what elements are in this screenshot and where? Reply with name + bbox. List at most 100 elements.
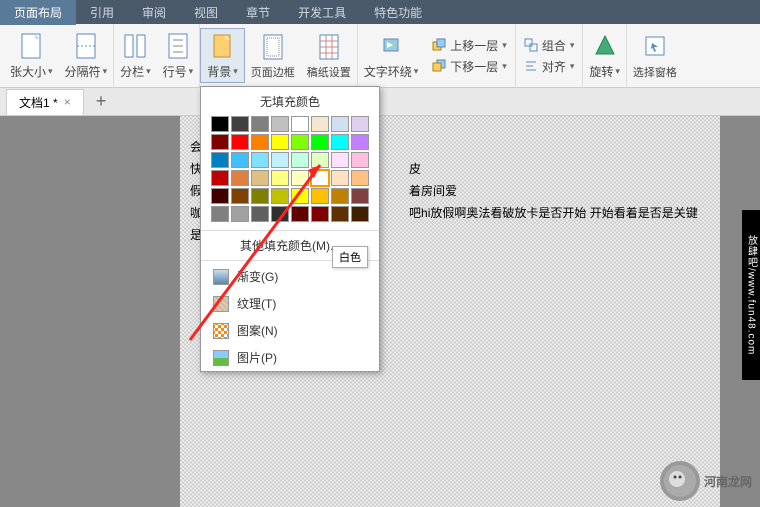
paper-setting-icon [315, 32, 343, 62]
columns-icon [121, 31, 149, 61]
color-swatch[interactable] [231, 188, 249, 204]
color-swatch[interactable] [271, 170, 289, 186]
text-wrap-icon [377, 31, 405, 61]
color-swatch[interactable] [311, 134, 329, 150]
color-swatch[interactable] [271, 188, 289, 204]
breaks-button[interactable]: 分隔符▾ [59, 29, 114, 82]
close-tab-icon[interactable]: × [64, 95, 71, 109]
group-icon [524, 38, 538, 52]
page-border-icon [259, 32, 287, 62]
tab-developer[interactable]: 开发工具 [284, 0, 360, 25]
color-swatch[interactable] [231, 134, 249, 150]
tab-chapter[interactable]: 章节 [232, 0, 284, 25]
color-swatch[interactable] [351, 134, 369, 150]
color-swatch[interactable] [291, 116, 309, 132]
breaks-icon [72, 31, 100, 61]
tab-page-layout[interactable]: 页面布局 [0, 0, 76, 25]
color-swatch[interactable] [211, 134, 229, 150]
color-swatch[interactable] [331, 206, 349, 222]
color-swatch[interactable] [251, 116, 269, 132]
color-swatch[interactable] [271, 134, 289, 150]
color-swatch[interactable] [351, 152, 369, 168]
dropdown-title: 无填充颜色 [201, 87, 379, 114]
color-swatch[interactable] [311, 116, 329, 132]
color-swatch[interactable] [311, 188, 329, 204]
line-number-button[interactable]: 行号▾ [157, 29, 200, 82]
color-swatch[interactable] [271, 206, 289, 222]
new-tab-button[interactable]: + [90, 91, 113, 112]
color-swatch[interactable] [271, 152, 289, 168]
texture-item[interactable]: 纹理(T) [201, 290, 379, 317]
columns-button[interactable]: 分栏▾ [114, 29, 157, 82]
color-swatch[interactable] [291, 206, 309, 222]
color-swatch[interactable] [211, 116, 229, 132]
watermark-logo-icon [660, 461, 700, 501]
color-swatch[interactable] [351, 170, 369, 186]
color-swatch[interactable] [271, 116, 289, 132]
color-swatch[interactable] [311, 206, 329, 222]
background-icon [208, 31, 236, 61]
rotate-icon [591, 31, 619, 61]
line-number-icon [164, 31, 192, 61]
page-border-button[interactable]: 页面边框 [245, 30, 301, 82]
group-button[interactable]: 组合▾ [520, 36, 579, 55]
color-swatch[interactable] [291, 134, 309, 150]
color-swatch[interactable] [331, 116, 349, 132]
color-swatch[interactable] [351, 116, 369, 132]
tab-review[interactable]: 审阅 [128, 0, 180, 25]
rotate-button[interactable]: 旋转▾ [583, 29, 626, 82]
tab-special[interactable]: 特色功能 [360, 0, 436, 25]
background-button[interactable]: 背景▾ [200, 28, 245, 83]
document-tab-1[interactable]: 文档1 * × [6, 89, 84, 115]
color-swatch[interactable] [311, 152, 329, 168]
document-tabs: 文档1 * × + [0, 88, 760, 116]
color-swatch[interactable] [211, 152, 229, 168]
pattern-item[interactable]: 图案(N) [201, 317, 379, 344]
color-swatch[interactable] [331, 188, 349, 204]
color-swatch[interactable] [351, 206, 369, 222]
side-watermark: 放肆吧/www.fun48.com [742, 210, 760, 380]
background-dropdown: 无填充颜色 其他填充颜色(M)... 渐变(G) 纹理(T) 图案(N) 图片(… [200, 86, 380, 372]
color-swatch[interactable] [211, 170, 229, 186]
color-tooltip: 白色 [332, 246, 368, 268]
tab-view[interactable]: 视图 [180, 0, 232, 25]
color-swatch[interactable] [291, 170, 309, 186]
color-swatch[interactable] [231, 152, 249, 168]
color-swatch[interactable] [231, 170, 249, 186]
color-swatch[interactable] [351, 188, 369, 204]
color-swatch[interactable] [231, 116, 249, 132]
selection-pane-button[interactable]: 选择窗格 [627, 30, 683, 82]
color-swatch[interactable] [251, 170, 269, 186]
color-swatch[interactable] [331, 170, 349, 186]
color-swatch[interactable] [331, 152, 349, 168]
send-backward-button[interactable]: 下移一层▾ [428, 57, 511, 76]
text-wrap-button[interactable]: 文字环绕▾ [358, 29, 425, 82]
tab-references[interactable]: 引用 [76, 0, 128, 25]
gradient-icon [213, 269, 229, 285]
picture-item[interactable]: 图片(P) [201, 344, 379, 371]
texture-icon [213, 296, 229, 312]
color-swatch[interactable] [251, 152, 269, 168]
picture-icon [213, 350, 229, 366]
color-swatch[interactable] [291, 152, 309, 168]
color-swatch[interactable] [291, 188, 309, 204]
bring-forward-icon [432, 38, 446, 52]
workspace: 会收 快乐皮 假拉着房间爱 咖啡吧hi放假啊奥法看破放卡是否开始 开始看着是否是… [0, 116, 760, 507]
color-swatch[interactable] [251, 206, 269, 222]
color-swatch[interactable] [331, 134, 349, 150]
ribbon: 张大小▾ 分隔符▾ 分栏▾ 行号▾ 背景▾ 页面边框 稿纸设置 文字环绕▾ 上移… [0, 24, 760, 88]
color-swatches [201, 114, 379, 228]
menu-tabbar: 页面布局 引用 审阅 视图 章节 开发工具 特色功能 [0, 0, 760, 24]
bring-forward-button[interactable]: 上移一层▾ [428, 36, 511, 55]
selection-pane-icon [641, 32, 669, 62]
pattern-icon [213, 323, 229, 339]
paper-setting-button[interactable]: 稿纸设置 [301, 30, 357, 82]
color-swatch[interactable] [211, 206, 229, 222]
color-swatch[interactable] [251, 188, 269, 204]
color-swatch[interactable] [231, 206, 249, 222]
color-swatch[interactable] [251, 134, 269, 150]
page-size-button[interactable]: 张大小▾ [4, 29, 59, 82]
color-swatch[interactable] [311, 170, 329, 186]
color-swatch[interactable] [211, 188, 229, 204]
align-button[interactable]: 对齐▾ [520, 57, 579, 76]
